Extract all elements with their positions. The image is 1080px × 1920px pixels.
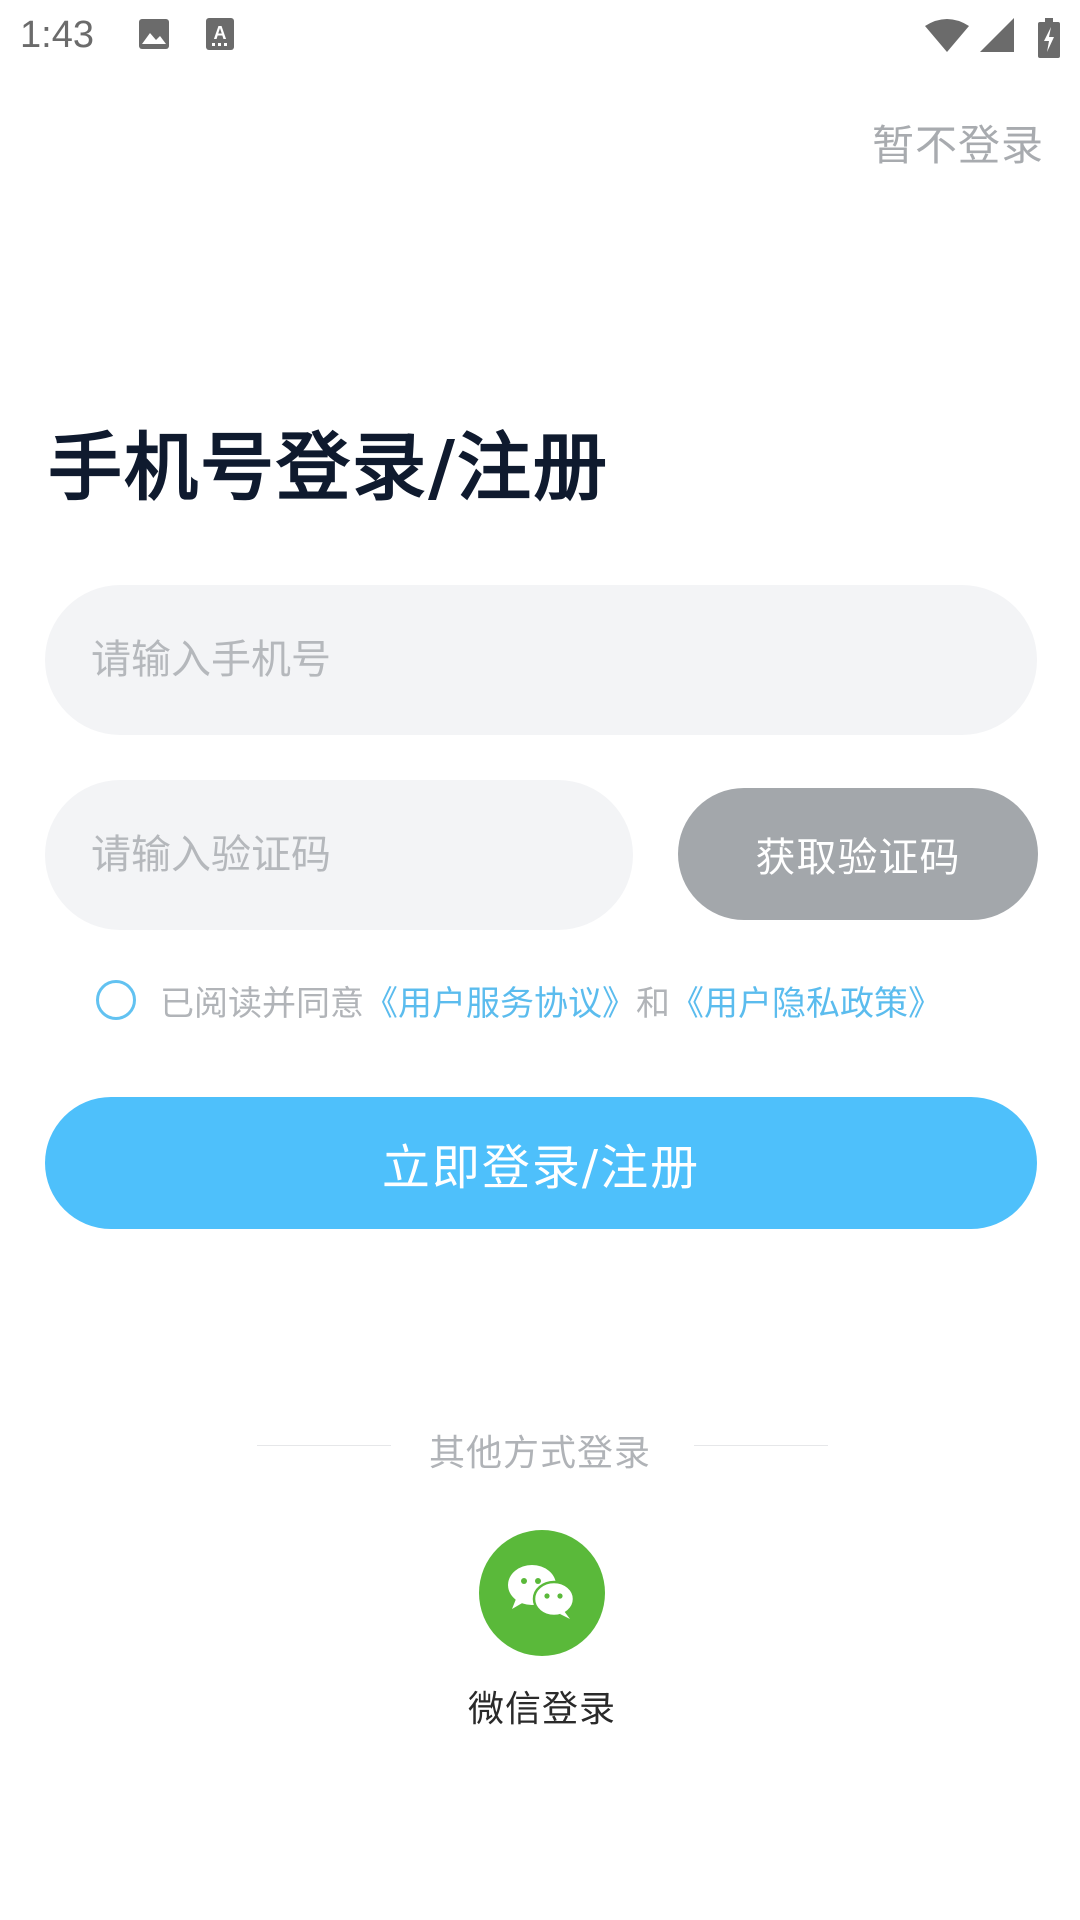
image-icon bbox=[138, 18, 170, 54]
privacy-policy-link[interactable]: 《用户隐私政策》 bbox=[670, 976, 942, 1025]
agreement-radio[interactable] bbox=[96, 980, 136, 1020]
wechat-icon bbox=[502, 1559, 582, 1627]
divider-right bbox=[694, 1445, 828, 1446]
wechat-login-label[interactable]: 微信登录 bbox=[0, 1680, 1080, 1732]
login-register-button[interactable]: 立即登录/注册 bbox=[45, 1097, 1037, 1229]
text-a-icon: A bbox=[206, 18, 234, 54]
signal-icon bbox=[980, 18, 1016, 58]
svg-text:A: A bbox=[214, 23, 227, 43]
wechat-login-button[interactable] bbox=[479, 1530, 605, 1656]
skip-login-link[interactable]: 暂不登录 bbox=[872, 112, 1044, 173]
verification-code-input[interactable] bbox=[45, 780, 633, 930]
wifi-icon bbox=[925, 18, 969, 58]
agreement-conjunction: 和 bbox=[636, 983, 670, 1024]
get-code-button[interactable]: 获取验证码 bbox=[678, 788, 1038, 920]
agreement-prefix: 已阅读并同意 bbox=[160, 983, 364, 1024]
phone-input[interactable] bbox=[45, 585, 1037, 735]
other-methods-label: 其他方式登录 bbox=[428, 1433, 651, 1474]
service-agreement-link[interactable]: 《用户服务协议》 bbox=[364, 976, 636, 1025]
status-bar: 1:43 A bbox=[0, 0, 1080, 72]
battery-charging-icon bbox=[1038, 18, 1060, 62]
agreement-row: 已阅读并同意 《用户服务协议》 和 《用户隐私政策》 bbox=[96, 975, 942, 1025]
status-time: 1:43 bbox=[20, 14, 94, 56]
page-title: 手机号登录/注册 bbox=[48, 425, 610, 511]
